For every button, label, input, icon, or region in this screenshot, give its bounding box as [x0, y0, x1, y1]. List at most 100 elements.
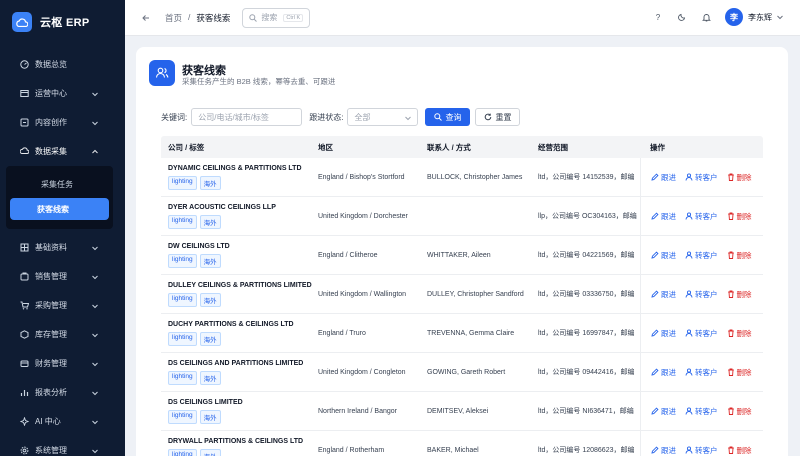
delete-button[interactable]: 删除 — [727, 406, 752, 417]
sidebar-item-content[interactable]: 内容创作 — [0, 108, 125, 137]
moon-icon[interactable] — [677, 12, 687, 22]
follow-button[interactable]: 跟进 — [651, 211, 676, 222]
reset-button[interactable]: 重置 — [475, 108, 521, 126]
tag: 海外 — [199, 214, 221, 229]
sidebar-item-sales[interactable]: 销售管理 — [0, 262, 125, 291]
user-icon — [685, 446, 693, 454]
help-icon[interactable]: ? — [653, 12, 663, 22]
sidebar-item-reports[interactable]: 报表分析 — [0, 378, 125, 407]
tag-list: lighting 海外 — [168, 214, 311, 229]
sidebar-item-collection[interactable]: 数据采集 — [0, 137, 125, 166]
app-name: 云枢 ERP — [40, 17, 90, 29]
tag: lighting — [168, 448, 197, 456]
trash-icon — [727, 173, 734, 181]
table-row: DW CEILINGS LTD lighting 海外 England / Cl… — [161, 236, 763, 275]
company-name[interactable]: DYNAMIC CEILINGS & PARTITIONS LTD — [168, 165, 311, 172]
company-name[interactable]: DULLEY CEILINGS & PARTITIONS LIMITED — [168, 282, 312, 289]
convert-button[interactable]: 转客户 — [685, 445, 718, 456]
trash-icon — [727, 368, 734, 376]
follow-label: 跟进 — [661, 445, 676, 455]
follow-button[interactable]: 跟进 — [651, 406, 676, 417]
convert-label: 转客户 — [695, 406, 718, 416]
follow-button[interactable]: 跟进 — [651, 172, 676, 183]
keyword-input[interactable]: 公司/电话/城市/标签 — [191, 108, 303, 126]
convert-button[interactable]: 转客户 — [685, 250, 718, 261]
trash-icon — [727, 212, 734, 220]
actions-cell: 跟进 转客户 删除 — [640, 236, 763, 274]
sidebar-item-label: 销售管理 — [35, 272, 67, 281]
delete-button[interactable]: 删除 — [727, 250, 752, 261]
region-cell: England / Truro — [318, 329, 366, 337]
sidebar-item-label: 库存管理 — [35, 330, 67, 339]
delete-button[interactable]: 删除 — [727, 172, 752, 183]
tag: lighting — [168, 292, 197, 307]
sidebar-nav: 数据总览 运营中心 内容创作 数据采集 采集任务 获客线索 基础资料 销售管理 … — [0, 50, 125, 456]
bell-icon[interactable] — [701, 12, 711, 22]
convert-label: 转客户 — [695, 328, 718, 338]
delete-label: 删除 — [736, 367, 752, 377]
convert-button[interactable]: 转客户 — [685, 406, 718, 417]
convert-button[interactable]: 转客户 — [685, 211, 718, 222]
follow-button[interactable]: 跟进 — [651, 445, 676, 456]
sidebar-item-base-data[interactable]: 基础资料 — [0, 233, 125, 262]
delete-button[interactable]: 删除 — [727, 289, 752, 300]
sidebar-item-purchase[interactable]: 采购管理 — [0, 291, 125, 320]
chevron-down-icon — [92, 362, 98, 367]
company-name[interactable]: DUCHY PARTITIONS & CEILINGS LTD — [168, 321, 311, 328]
contact-cell: WHITTAKER, Aileen — [427, 251, 491, 259]
scope-cell: ltd，公司编号 04221569，邮编 — [538, 252, 635, 259]
convert-label: 转客户 — [695, 445, 718, 455]
delete-button[interactable]: 删除 — [727, 211, 752, 222]
follow-button[interactable]: 跟进 — [651, 289, 676, 300]
follow-button[interactable]: 跟进 — [651, 328, 676, 339]
sidebar-subitem-leads[interactable]: 获客线索 — [10, 198, 109, 220]
sidebar-subitem-tasks[interactable]: 采集任务 — [10, 173, 109, 195]
company-name[interactable]: DS CEILINGS AND PARTITIONS LIMITED — [168, 360, 311, 367]
company-name[interactable]: DRYWALL PARTITIONS & CEILINGS LTD — [168, 438, 311, 445]
convert-button[interactable]: 转客户 — [685, 367, 718, 378]
company-name[interactable]: DS CEILINGS LIMITED — [168, 399, 311, 406]
convert-button[interactable]: 转客户 — [685, 172, 718, 183]
table-row: DYNAMIC CEILINGS & PARTITIONS LTD lighti… — [161, 158, 763, 197]
contact-cell: BULLOCK, Christopher James — [427, 173, 523, 181]
search-input[interactable]: 搜索 Ctrl K — [242, 7, 311, 28]
convert-button[interactable]: 转客户 — [685, 289, 718, 300]
follow-button[interactable]: 跟进 — [651, 367, 676, 378]
tag-list: lighting 海外 — [168, 253, 311, 268]
delete-button[interactable]: 删除 — [727, 328, 752, 339]
delete-label: 删除 — [736, 289, 752, 299]
trash-icon — [727, 407, 734, 415]
table-row: DYER ACOUSTIC CEILINGS LLP lighting 海外 U… — [161, 197, 763, 236]
sidebar-item-finance[interactable]: 财务管理 — [0, 349, 125, 378]
sidebar-item-operations[interactable]: 运营中心 — [0, 79, 125, 108]
search-shortcut: Ctrl K — [283, 13, 304, 22]
avatar[interactable]: 李 — [725, 8, 743, 26]
tag: 海外 — [199, 409, 221, 424]
edit-icon — [651, 329, 659, 337]
convert-button[interactable]: 转客户 — [685, 328, 718, 339]
arrow-left-icon[interactable] — [141, 13, 151, 23]
breadcrumb-home[interactable]: 首页 — [165, 12, 182, 24]
column-header: 地区 — [318, 142, 333, 152]
trash-icon — [727, 329, 734, 337]
delete-label: 删除 — [736, 211, 752, 221]
company-cell: DRYWALL PARTITIONS & CEILINGS LTD lighti… — [161, 438, 311, 456]
sidebar-item-system[interactable]: 系统管理 — [0, 436, 125, 456]
chevron-down-icon — [92, 121, 98, 126]
user-name[interactable]: 李东辉 — [748, 12, 772, 23]
delete-button[interactable]: 删除 — [727, 445, 752, 456]
tag-list: lighting 海外 — [168, 448, 311, 456]
status-select[interactable]: 全部 — [347, 108, 419, 126]
operations-icon — [19, 89, 29, 99]
chevron-down-icon[interactable] — [776, 13, 784, 21]
company-name[interactable]: DW CEILINGS LTD — [168, 243, 311, 250]
sidebar-item-inventory[interactable]: 库存管理 — [0, 320, 125, 349]
tag: 海外 — [199, 370, 221, 385]
follow-button[interactable]: 跟进 — [651, 250, 676, 261]
query-button[interactable]: 查询 — [425, 108, 471, 126]
sidebar-item-dashboard[interactable]: 数据总览 — [0, 50, 125, 79]
company-name[interactable]: DYER ACOUSTIC CEILINGS LLP — [168, 204, 311, 211]
breadcrumb-separator: / — [188, 11, 191, 22]
sidebar-item-ai[interactable]: AI 中心 — [0, 407, 125, 436]
delete-button[interactable]: 删除 — [727, 367, 752, 378]
